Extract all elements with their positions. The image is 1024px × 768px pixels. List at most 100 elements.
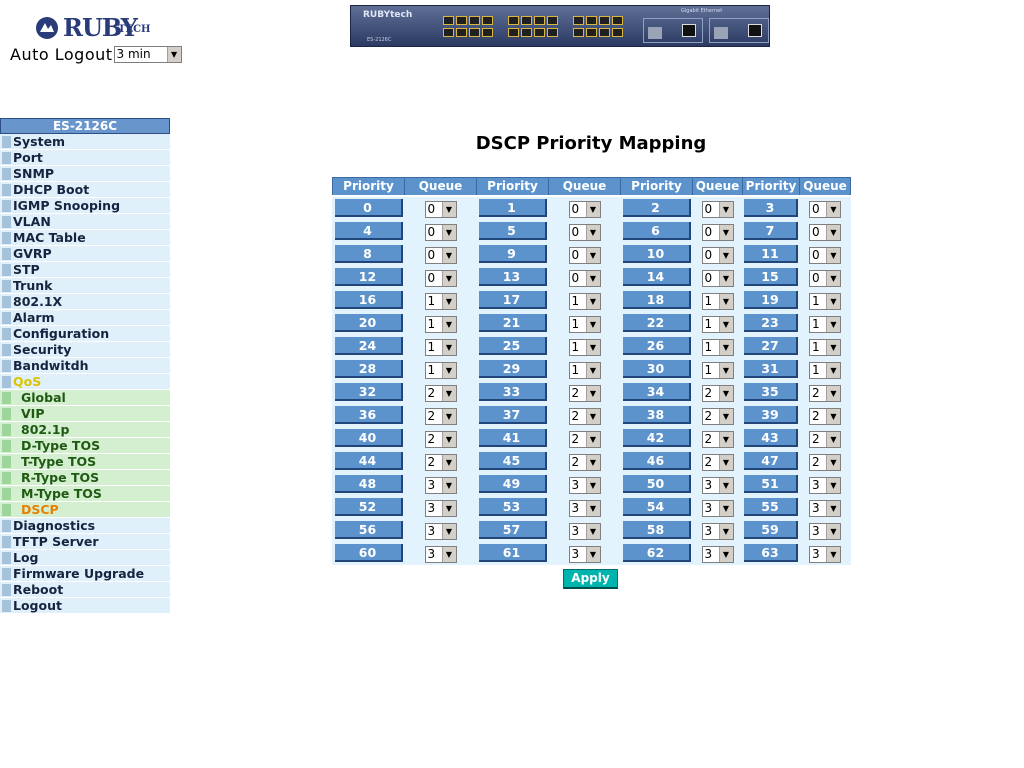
- queue-select[interactable]: 0 ▼: [701, 247, 734, 264]
- chevron-down-icon[interactable]: ▼: [826, 386, 840, 401]
- chevron-down-icon[interactable]: ▼: [585, 478, 600, 493]
- queue-select[interactable]: 1 ▼: [701, 362, 734, 379]
- sidebar-item-firmware-upgrade[interactable]: Firmware Upgrade: [0, 566, 170, 582]
- sidebar-item-reboot[interactable]: Reboot: [0, 582, 170, 598]
- chevron-down-icon[interactable]: ▼: [585, 317, 600, 332]
- sidebar-item-dhcp-boot[interactable]: DHCP Boot: [0, 182, 170, 198]
- queue-select[interactable]: 3 ▼: [568, 500, 601, 517]
- queue-select[interactable]: 0 ▼: [701, 201, 734, 218]
- chevron-down-icon[interactable]: ▼: [441, 248, 456, 263]
- sidebar-item-security[interactable]: Security: [0, 342, 170, 358]
- queue-select[interactable]: 1 ▼: [701, 316, 734, 333]
- chevron-down-icon[interactable]: ▼: [718, 363, 733, 378]
- chevron-down-icon[interactable]: ▼: [826, 478, 840, 493]
- chevron-down-icon[interactable]: ▼: [718, 202, 733, 217]
- submenu-item-dscp[interactable]: DSCP: [0, 502, 170, 518]
- submenu-item-vip[interactable]: VIP: [0, 406, 170, 422]
- queue-select[interactable]: 0 ▼: [424, 224, 457, 241]
- queue-select[interactable]: 3 ▼: [568, 546, 601, 563]
- chevron-down-icon[interactable]: ▼: [441, 432, 456, 447]
- chevron-down-icon[interactable]: ▼: [718, 501, 733, 516]
- queue-select[interactable]: 1 ▼: [701, 339, 734, 356]
- chevron-down-icon[interactable]: ▼: [585, 455, 600, 470]
- chevron-down-icon[interactable]: ▼: [585, 432, 600, 447]
- chevron-down-icon[interactable]: ▼: [718, 317, 733, 332]
- queue-select[interactable]: 1 ▼: [568, 316, 601, 333]
- chevron-down-icon[interactable]: ▼: [718, 294, 733, 309]
- queue-select[interactable]: 3 ▼: [809, 523, 841, 540]
- queue-select[interactable]: 2 ▼: [701, 431, 734, 448]
- queue-select[interactable]: 1 ▼: [568, 339, 601, 356]
- queue-select[interactable]: 3 ▼: [809, 477, 841, 494]
- queue-select[interactable]: 1 ▼: [568, 362, 601, 379]
- submenu-item-r-type-tos[interactable]: R-Type TOS: [0, 470, 170, 486]
- chevron-down-icon[interactable]: ▼: [826, 294, 840, 309]
- queue-select[interactable]: 0 ▼: [568, 247, 601, 264]
- chevron-down-icon[interactable]: ▼: [585, 409, 600, 424]
- sidebar-item-trunk[interactable]: Trunk: [0, 278, 170, 294]
- queue-select[interactable]: 1 ▼: [809, 293, 841, 310]
- sidebar-item-stp[interactable]: STP: [0, 262, 170, 278]
- sidebar-item-tftp-server[interactable]: TFTP Server: [0, 534, 170, 550]
- queue-select[interactable]: 3 ▼: [809, 500, 841, 517]
- chevron-down-icon[interactable]: ▼: [585, 225, 600, 240]
- chevron-down-icon[interactable]: ▼: [441, 271, 456, 286]
- sidebar-item-qos[interactable]: QoS: [0, 374, 170, 390]
- chevron-down-icon[interactable]: ▼: [441, 202, 456, 217]
- queue-select[interactable]: 3 ▼: [809, 546, 841, 563]
- queue-select[interactable]: 3 ▼: [701, 523, 734, 540]
- sidebar-item-port[interactable]: Port: [0, 150, 170, 166]
- chevron-down-icon[interactable]: ▼: [441, 363, 456, 378]
- chevron-down-icon[interactable]: ▼: [718, 432, 733, 447]
- chevron-down-icon[interactable]: ▼: [826, 524, 840, 539]
- queue-select[interactable]: 0 ▼: [809, 201, 841, 218]
- chevron-down-icon[interactable]: ▼: [441, 524, 456, 539]
- queue-select[interactable]: 3 ▼: [424, 546, 457, 563]
- chevron-down-icon[interactable]: ▼: [585, 271, 600, 286]
- chevron-down-icon[interactable]: ▼: [718, 478, 733, 493]
- chevron-down-icon[interactable]: ▼: [585, 547, 600, 562]
- chevron-down-icon[interactable]: ▼: [718, 386, 733, 401]
- sidebar-item-system[interactable]: System: [0, 134, 170, 150]
- chevron-down-icon[interactable]: ▼: [718, 455, 733, 470]
- sidebar-item-snmp[interactable]: SNMP: [0, 166, 170, 182]
- queue-select[interactable]: 2 ▼: [701, 408, 734, 425]
- queue-select[interactable]: 0 ▼: [701, 270, 734, 287]
- sidebar-item-gvrp[interactable]: GVRP: [0, 246, 170, 262]
- queue-select[interactable]: 1 ▼: [809, 362, 841, 379]
- chevron-down-icon[interactable]: ▼: [826, 501, 840, 516]
- chevron-down-icon[interactable]: ▼: [718, 271, 733, 286]
- chevron-down-icon[interactable]: ▼: [718, 409, 733, 424]
- queue-select[interactable]: 3 ▼: [701, 500, 734, 517]
- queue-select[interactable]: 3 ▼: [424, 477, 457, 494]
- chevron-down-icon[interactable]: ▼: [826, 409, 840, 424]
- chevron-down-icon[interactable]: ▼: [826, 455, 840, 470]
- queue-select[interactable]: 0 ▼: [424, 270, 457, 287]
- submenu-item-802-1p[interactable]: 802.1p: [0, 422, 170, 438]
- sidebar-item-bandwitdh[interactable]: Bandwitdh: [0, 358, 170, 374]
- queue-select[interactable]: 2 ▼: [568, 454, 601, 471]
- sidebar-item-diagnostics[interactable]: Diagnostics: [0, 518, 170, 534]
- chevron-down-icon[interactable]: ▼: [441, 501, 456, 516]
- queue-select[interactable]: 3 ▼: [424, 500, 457, 517]
- queue-select[interactable]: 1 ▼: [424, 293, 457, 310]
- queue-select[interactable]: 0 ▼: [701, 224, 734, 241]
- sidebar-item-log[interactable]: Log: [0, 550, 170, 566]
- chevron-down-icon[interactable]: ▼: [441, 340, 456, 355]
- queue-select[interactable]: 0 ▼: [568, 201, 601, 218]
- queue-select[interactable]: 2 ▼: [424, 431, 457, 448]
- queue-select[interactable]: 0 ▼: [809, 247, 841, 264]
- chevron-down-icon[interactable]: ▼: [585, 363, 600, 378]
- queue-select[interactable]: 1 ▼: [701, 293, 734, 310]
- submenu-item-global[interactable]: Global: [0, 390, 170, 406]
- chevron-down-icon[interactable]: ▼: [441, 455, 456, 470]
- queue-select[interactable]: 2 ▼: [809, 431, 841, 448]
- chevron-down-icon[interactable]: ▼: [826, 363, 840, 378]
- chevron-down-icon[interactable]: ▼: [441, 386, 456, 401]
- apply-button[interactable]: Apply: [563, 569, 618, 589]
- chevron-down-icon[interactable]: ▼: [826, 271, 840, 286]
- queue-select[interactable]: 1 ▼: [568, 293, 601, 310]
- queue-select[interactable]: 2 ▼: [424, 454, 457, 471]
- queue-select[interactable]: 0 ▼: [568, 270, 601, 287]
- chevron-down-icon[interactable]: ▼: [585, 501, 600, 516]
